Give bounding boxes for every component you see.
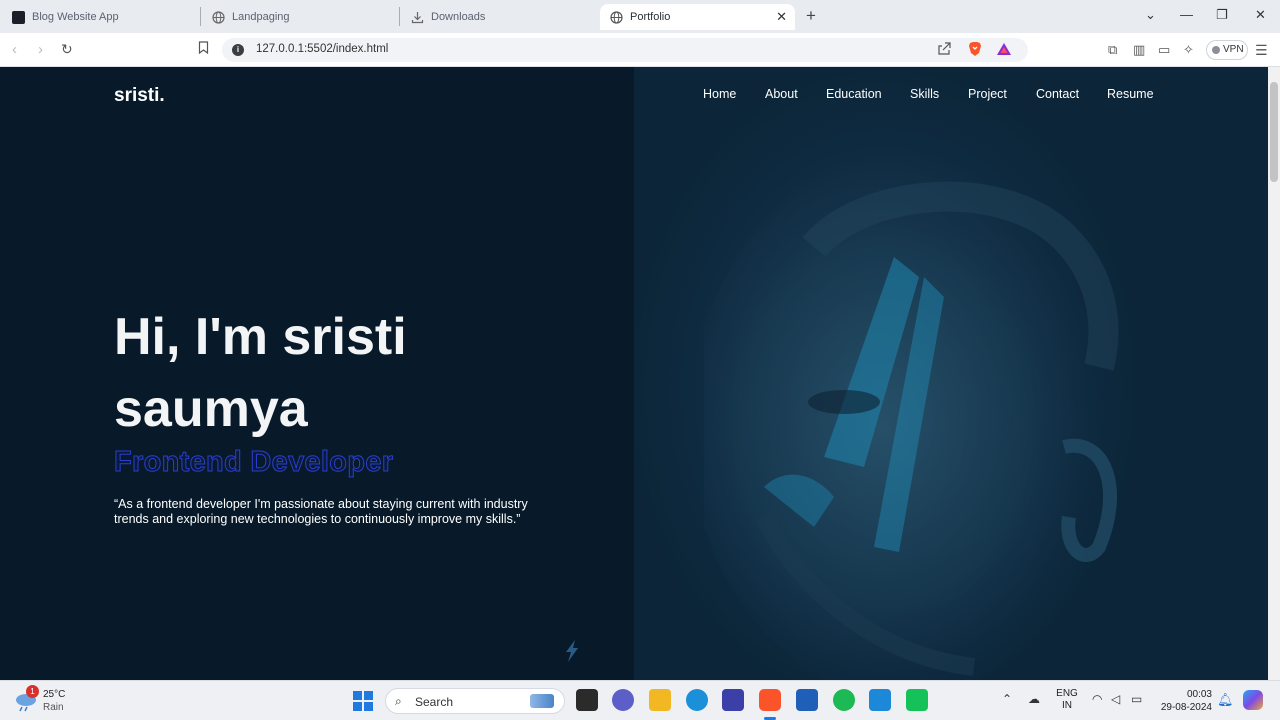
tab-portfolio[interactable]: Portfolio ✕ [600,4,795,30]
language-code: ENG [1056,688,1078,699]
wallet-icon[interactable]: ▭ [1158,42,1170,58]
nav-link-project[interactable]: Project [968,87,1007,101]
sidebar-icon[interactable]: ▥ [1133,42,1145,58]
hero-quote: “As a frontend developer I'm passionate … [114,497,528,526]
brave-rewards-icon[interactable] [996,42,1012,59]
page-viewport: sristi. Home About Education Skills Proj… [0,67,1268,680]
notification-bell-icon[interactable]: 🔔︎ [1217,692,1234,708]
taskbar-search-box[interactable]: ⌕ Search [385,688,565,714]
nav-link-education[interactable]: Education [826,87,882,101]
edge-browser-icon[interactable] [686,689,708,711]
url-text: 127.0.0.1:5502/index.html [256,43,389,55]
site-info-icon[interactable]: i [232,44,244,56]
tab-downloads[interactable]: Downloads [411,4,597,30]
new-tab-button[interactable]: + [806,6,816,26]
menu-icon[interactable]: ☰ [1255,42,1268,59]
os-taskbar: 1 25°C Rain ⌕ Search ⌃ ☁ ENG IN ◠ ◁ ▭ 00… [0,680,1280,720]
restore-button[interactable]: ❐ [1216,7,1228,23]
download-icon [411,11,424,24]
hero-portrait-image [704,157,1119,680]
reload-icon[interactable]: ↻ [61,41,73,58]
tab-label: Blog Website App [32,11,119,23]
teams-chat-icon[interactable] [612,689,634,711]
tab-label: Portfolio [630,11,671,23]
wifi-icon[interactable]: ◠ [1092,692,1102,706]
code-editor-icon[interactable] [722,689,744,711]
region-code: IN [1062,700,1072,711]
tab-search-chevron-icon[interactable]: ⌄ [1145,7,1156,23]
scrollbar-thumb[interactable] [1270,82,1278,182]
onedrive-icon[interactable]: ☁ [1028,692,1040,706]
tab-separator [399,7,400,26]
nav-link-home[interactable]: Home [703,87,736,101]
browser-tab-strip: Blog Website App Landpaging Downloads Po… [0,0,1280,33]
task-view-icon[interactable] [576,689,598,711]
extensions-icon[interactable]: ⧉ [1108,42,1117,58]
globe-icon [610,10,623,24]
site-logo[interactable]: sristi. [114,85,165,107]
minimize-button[interactable]: — [1180,7,1193,22]
globe-icon [212,10,225,24]
scroll-down-icon[interactable] [562,639,582,663]
weather-condition[interactable]: Rain [43,702,64,713]
back-button[interactable]: ‹ [12,41,17,58]
bookmark-icon[interactable] [198,41,209,57]
vscode-icon[interactable] [869,689,891,711]
tab-separator [200,7,201,26]
language-indicator[interactable]: ENG IN [1054,688,1080,712]
weather-notification-badge: 1 [26,685,39,698]
file-explorer-icon[interactable] [649,689,671,711]
copilot-icon[interactable] [1243,690,1263,710]
hero-heading-line-2: saumya [114,380,308,438]
nav-link-resume[interactable]: Resume [1107,87,1154,101]
search-label: Search [415,695,454,709]
tab-landpaging[interactable]: Landpaging [212,4,398,30]
hero-image-panel [634,67,1268,680]
windows-start-icon[interactable] [353,691,373,716]
brave-browser-icon[interactable] [759,689,781,711]
show-hidden-icons-chevron[interactable]: ⌃ [1002,692,1012,706]
address-bar[interactable]: i 127.0.0.1:5502/index.html [222,38,1028,62]
tab-blog-website-app[interactable]: Blog Website App [12,4,198,30]
vpn-button[interactable]: VPN [1206,40,1248,60]
hero-left-panel [0,67,634,680]
nav-link-skills[interactable]: Skills [910,87,939,101]
close-tab-icon[interactable]: ✕ [776,9,787,25]
search-highlight-icon [530,694,554,708]
browser-toolbar: ‹ › ↻ i 127.0.0.1:5502/index.html ⧉ ▥ ▭ … [0,33,1280,67]
leo-ai-icon[interactable]: ✧ [1183,42,1194,58]
close-window-button[interactable]: ✕ [1255,7,1266,23]
clock-time: 00:03 [1186,689,1212,700]
nav-link-about[interactable]: About [765,87,798,101]
weather-temperature[interactable]: 25°C [43,689,65,700]
share-icon[interactable] [937,42,951,58]
search-icon: ⌕ [395,694,402,708]
react-icon [12,10,25,24]
game-app-icon[interactable] [906,689,928,711]
battery-icon[interactable]: ▭ [1131,692,1142,706]
tab-label: Downloads [431,11,486,23]
system-clock[interactable]: 00:03 29-08-2024 [1160,688,1212,714]
clock-date: 29-08-2024 [1160,702,1212,713]
hero-heading-line-1: Hi, I'm sristi [114,308,407,366]
microsoft-store-icon[interactable] [796,689,818,711]
brave-shields-icon[interactable] [968,41,982,60]
tab-label: Landpaging [232,11,290,23]
nav-link-contact[interactable]: Contact [1036,87,1079,101]
volume-icon[interactable]: ◁ [1111,692,1120,706]
hero-role-text: Frontend Developer [113,446,394,479]
spotify-icon[interactable] [833,689,855,711]
forward-button[interactable]: › [38,41,43,58]
